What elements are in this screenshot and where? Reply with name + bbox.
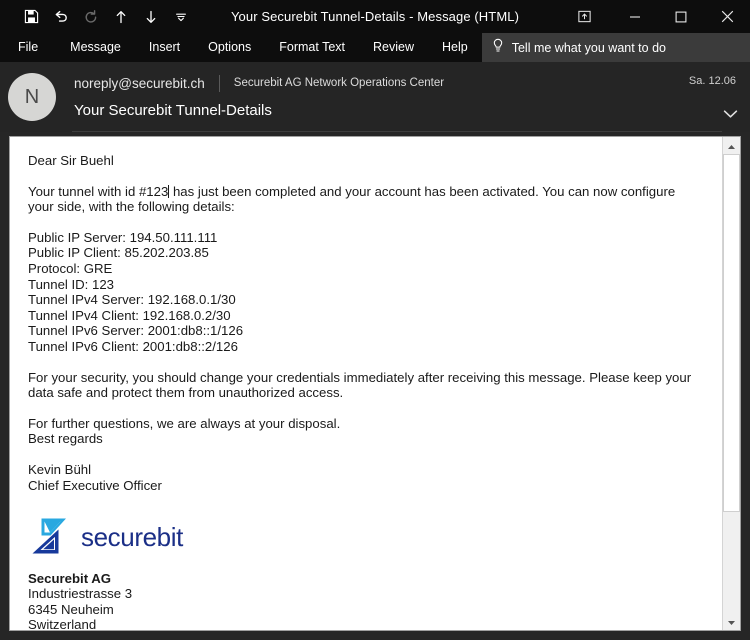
caret-down-icon <box>727 613 736 631</box>
caret-up-icon <box>727 137 736 155</box>
detail-tunnel-ipv6-client: Tunnel IPv6 Client: 2001:db8::2/126 <box>28 338 238 354</box>
message-header: N noreply@securebit.ch Securebit AG Netw… <box>0 62 750 132</box>
message-subject: Your Securebit Tunnel-Details <box>74 102 272 119</box>
maximize-button[interactable] <box>658 0 704 33</box>
signature-person: Kevin Bühl Chief Executive Officer <box>28 462 704 493</box>
body-closing-regards: Best regards <box>28 431 103 447</box>
body-greeting: Dear Sir Buehl <box>28 153 114 168</box>
company-city: 6345 Neuheim <box>28 601 114 617</box>
body-closing: For further questions, we are always at … <box>28 416 704 447</box>
detail-tunnel-ipv4-client: Tunnel IPv4 Client: 192.168.0.2/30 <box>28 307 231 323</box>
undo-icon[interactable] <box>46 3 76 31</box>
body-intro: Your tunnel with id #123 has just been c… <box>28 184 704 215</box>
minimize-button[interactable] <box>612 0 658 33</box>
sender-line: noreply@securebit.ch Securebit AG Networ… <box>74 74 736 92</box>
detail-public-ip-client: Public IP Client: 85.202.203.85 <box>28 245 209 261</box>
next-item-icon[interactable] <box>136 3 166 31</box>
ribbon-display-options-icon[interactable] <box>556 0 612 33</box>
detail-tunnel-ipv4-server: Tunnel IPv4 Server: 192.168.0.1/30 <box>28 292 236 308</box>
scrollbar-thumb[interactable] <box>723 154 740 513</box>
save-icon[interactable] <box>16 3 46 31</box>
securebit-logo: securebit <box>28 515 704 561</box>
ribbon-tab-strip: File Message Insert Options Format Text … <box>0 33 750 62</box>
ribbon-tabs: File Message Insert Options Format Text … <box>0 33 482 62</box>
detail-public-ip-server: Public IP Server: 194.50.111.111 <box>28 229 218 245</box>
body-intro-before-caret: Your tunnel with id #123 <box>28 183 169 199</box>
outlook-message-window: Your Securebit Tunnel-Details - Message … <box>0 0 750 640</box>
company-street: Industriestrasse 3 <box>28 586 133 602</box>
tell-me-placeholder: Tell me what you want to do <box>511 40 666 55</box>
previous-item-icon[interactable] <box>106 3 136 31</box>
detail-tunnel-ipv6-server: Tunnel IPv6 Server: 2001:db8::1/126 <box>28 323 244 339</box>
scrollbar-track[interactable] <box>723 154 740 613</box>
sender-address[interactable]: noreply@securebit.ch <box>74 76 205 91</box>
redo-icon <box>76 3 106 31</box>
tab-help[interactable]: Help <box>428 33 482 62</box>
message-body[interactable]: Dear Sir Buehl Your tunnel with id #123 … <box>10 137 722 630</box>
reading-pane: Dear Sir Buehl Your tunnel with id #123 … <box>9 136 741 631</box>
company-name: Securebit AG <box>28 570 112 586</box>
securebit-logo-mark-icon <box>28 515 70 561</box>
scroll-up-button[interactable] <box>723 137 740 154</box>
body-security-note: For your security, you should change you… <box>28 369 692 401</box>
tab-format-text[interactable]: Format Text <box>265 33 359 62</box>
vertical-scrollbar[interactable] <box>722 137 740 630</box>
chevron-down-icon[interactable] <box>723 106 738 124</box>
detail-tunnel-id: Tunnel ID: 123 <box>28 276 115 292</box>
lightbulb-icon <box>491 38 505 58</box>
tab-file[interactable]: File <box>0 33 56 62</box>
sender-display-name: Securebit AG Network Operations Center <box>233 77 445 89</box>
sender-divider <box>218 74 220 92</box>
tunnel-details-list: Public IP Server: 194.50.111.111 Public … <box>28 230 704 355</box>
message-date: Sa. 12.06 <box>688 75 736 87</box>
close-button[interactable] <box>704 0 750 33</box>
quick-access-toolbar <box>0 3 196 31</box>
detail-protocol: Protocol: GRE <box>28 260 113 276</box>
body-closing-question: For further questions, we are always at … <box>28 415 341 431</box>
reading-pane-wrapper: Dear Sir Buehl Your tunnel with id #123 … <box>0 132 750 640</box>
tab-insert[interactable]: Insert <box>135 33 194 62</box>
message-header-details: noreply@securebit.ch Securebit AG Networ… <box>56 62 738 132</box>
securebit-wordmark: securebit <box>81 522 183 553</box>
tab-review[interactable]: Review <box>359 33 428 62</box>
company-country: Switzerland <box>28 617 97 630</box>
signer-title: Chief Executive Officer <box>28 477 162 493</box>
company-address: Securebit AG Industriestrasse 3 6345 Neu… <box>28 571 704 630</box>
signer-name: Kevin Bühl <box>28 461 92 477</box>
window-controls <box>556 0 750 33</box>
scroll-down-button[interactable] <box>723 613 740 630</box>
avatar: N <box>8 73 56 121</box>
tab-options[interactable]: Options <box>194 33 265 62</box>
customize-quick-access-toolbar-icon[interactable] <box>166 3 196 31</box>
tab-message[interactable]: Message <box>56 33 135 62</box>
title-bar: Your Securebit Tunnel-Details - Message … <box>0 0 750 33</box>
tell-me-search-box[interactable]: Tell me what you want to do <box>481 33 750 62</box>
